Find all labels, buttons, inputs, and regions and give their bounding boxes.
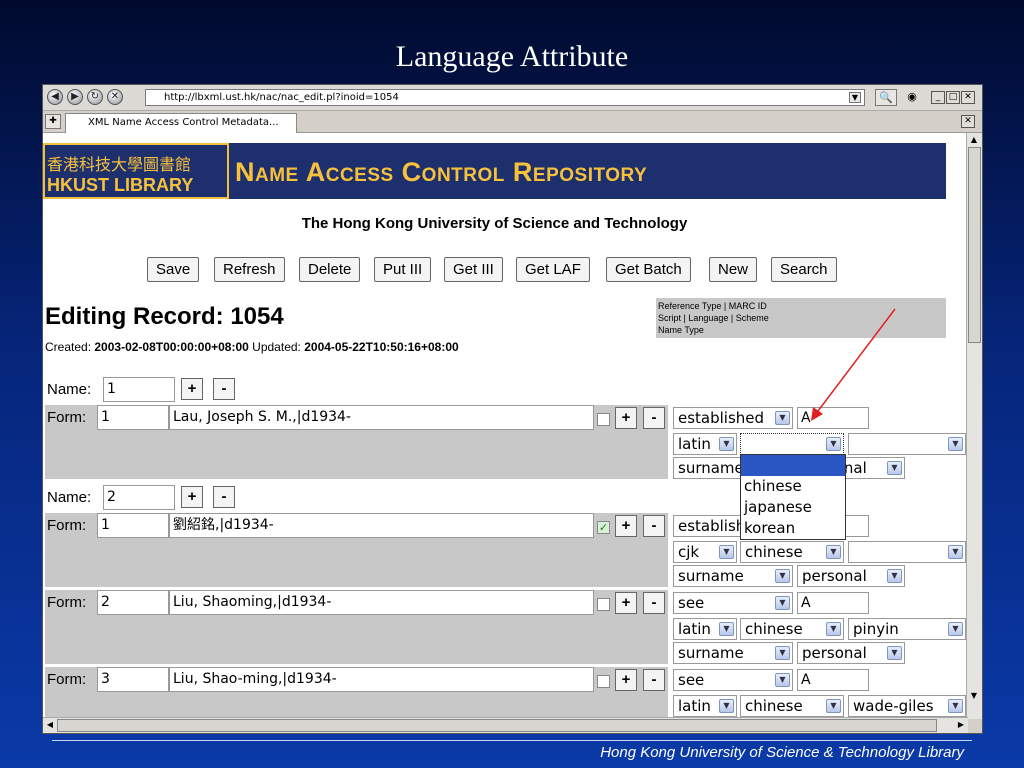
browser-window: ◀ ▶ ↻ ✕ http://lbxml.ust.hk/nac/nac_edit… (42, 84, 983, 734)
annotation-arrow (811, 308, 896, 421)
slide-title: Language Attribute (395, 40, 629, 73)
footer-divider (52, 740, 972, 741)
footer-text: Hong Kong University of Science & Techno… (600, 744, 964, 761)
arrow-head (811, 407, 823, 421)
arrow-line (814, 308, 896, 416)
